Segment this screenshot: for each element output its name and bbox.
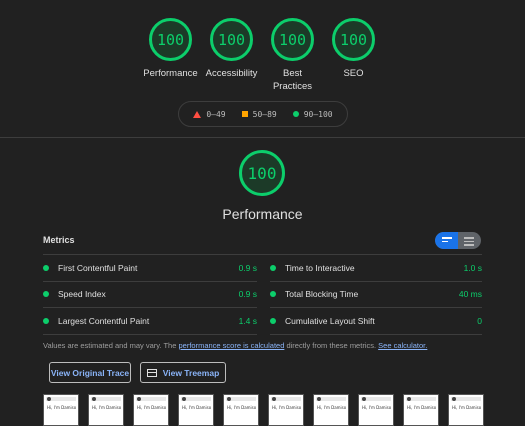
filmstrip-frame: Hi, I'm Damiso xyxy=(43,394,79,426)
legend-pass-label: 90–100 xyxy=(303,109,333,119)
gauge-label: Performance xyxy=(143,68,198,79)
filmstrip-frame: Hi, I'm Damiso xyxy=(358,394,394,426)
category-score: 100 xyxy=(239,150,285,196)
view-treemap-button[interactable]: View Treemap xyxy=(140,362,226,383)
metric-label: Total Blocking Time xyxy=(285,289,359,299)
button-label: View Original Trace xyxy=(50,367,130,378)
metric-value: 0.9 s xyxy=(238,263,257,273)
view-original-trace-button[interactable]: View Original Trace xyxy=(49,362,131,383)
frame-text: Hi, I'm Damiso xyxy=(362,405,392,410)
metric-largest-contentful-paint: Largest Contentful Paint 1.4 s xyxy=(43,308,257,334)
gauge-score: 100 xyxy=(210,18,253,61)
score-gauges: 100 Performance 100 Accessibility 100 Be… xyxy=(140,18,384,93)
gauge-seo[interactable]: 100 SEO xyxy=(323,18,384,93)
category-title: Performance xyxy=(222,206,303,222)
category-gauge: 100 xyxy=(239,150,285,196)
performance-score-link[interactable]: performance score is calculated xyxy=(178,341,284,350)
frame-text: Hi, I'm Damiso xyxy=(137,405,167,410)
row-divider xyxy=(270,334,482,335)
filmstrip-frame: Hi, I'm Damiso xyxy=(223,394,259,426)
metrics-note: Values are estimated and may vary. The p… xyxy=(43,341,427,350)
gauge-accessibility[interactable]: 100 Accessibility xyxy=(201,18,262,93)
filmstrip-frame: Hi, I'm Damiso xyxy=(448,394,484,426)
metric-value: 0 xyxy=(477,316,482,326)
gauge-score: 100 xyxy=(332,18,375,61)
pass-circle-icon xyxy=(43,265,49,271)
site-logo-icon xyxy=(362,397,366,401)
metric-label: Largest Contentful Paint xyxy=(58,316,150,326)
frame-text: Hi, I'm Damiso xyxy=(272,405,302,410)
site-logo-icon xyxy=(227,397,231,401)
metric-speed-index: Speed Index 0.9 s xyxy=(43,281,257,307)
pass-circle-icon xyxy=(43,291,49,297)
note-prefix: Values are estimated and may vary. The xyxy=(43,341,179,350)
legend-fail-label: 0–49 xyxy=(206,109,226,119)
frame-text: Hi, I'm Damiso xyxy=(452,405,482,410)
score-legend: 0–49 50–89 90–100 xyxy=(178,101,348,127)
filmstrip-frame: Hi, I'm Damiso xyxy=(88,394,124,426)
see-calculator-link[interactable]: See calculator. xyxy=(378,341,427,350)
pass-circle-icon xyxy=(270,291,276,297)
metrics-view-toggle[interactable] xyxy=(435,232,481,249)
row-divider xyxy=(43,334,257,335)
metric-value: 40 ms xyxy=(458,289,482,299)
site-logo-icon xyxy=(137,397,141,401)
site-logo-icon xyxy=(92,397,96,401)
frame-text: Hi, I'm Damiso xyxy=(182,405,212,410)
site-logo-icon xyxy=(182,397,186,401)
frame-text: Hi, I'm Damiso xyxy=(407,405,437,410)
filmstrip-frame: Hi, I'm Damiso xyxy=(178,394,214,426)
average-square-icon xyxy=(241,111,248,117)
fail-triangle-icon xyxy=(193,110,202,118)
metric-value: 0.9 s xyxy=(238,289,257,299)
legend-fail: 0–49 xyxy=(193,109,226,119)
filmstrip-frame: Hi, I'm Damiso xyxy=(313,394,349,426)
filmstrip: Hi, I'm Damiso Hi, I'm Damiso Hi, I'm Da… xyxy=(43,394,484,426)
gauge-performance[interactable]: 100 Performance xyxy=(140,18,201,93)
pass-circle-icon xyxy=(43,318,49,324)
metric-label: Speed Index xyxy=(58,289,106,299)
metrics-heading: Metrics xyxy=(43,235,75,245)
note-middle: directly from these metrics. xyxy=(284,341,379,350)
metric-first-contentful-paint: First Contentful Paint 0.9 s xyxy=(43,255,257,281)
legend-pass: 90–100 xyxy=(292,109,333,119)
pass-circle-icon xyxy=(270,318,276,324)
treemap-icon xyxy=(146,368,157,377)
frame-text: Hi, I'm Damiso xyxy=(47,405,77,410)
filmstrip-frame: Hi, I'm Damiso xyxy=(133,394,169,426)
pass-circle-icon xyxy=(292,111,299,117)
metric-total-blocking-time: Total Blocking Time 40 ms xyxy=(270,281,482,307)
metric-value: 1.4 s xyxy=(238,316,257,326)
gauge-best-practices[interactable]: 100 Best Practices xyxy=(262,18,323,93)
metric-value: 1.0 s xyxy=(463,263,482,273)
frame-text: Hi, I'm Damiso xyxy=(92,405,122,410)
site-logo-icon xyxy=(407,397,411,401)
button-label: View Treemap xyxy=(162,367,220,378)
metric-label: First Contentful Paint xyxy=(58,263,138,273)
gauge-score: 100 xyxy=(271,18,314,61)
detail-lines-icon xyxy=(464,237,474,248)
filmstrip-frame: Hi, I'm Damiso xyxy=(403,394,439,426)
site-logo-icon xyxy=(47,397,51,401)
frame-text: Hi, I'm Damiso xyxy=(227,405,257,410)
metric-time-to-interactive: Time to Interactive 1.0 s xyxy=(270,255,482,281)
section-divider xyxy=(0,137,525,138)
gauge-label: Best Practices xyxy=(272,68,313,92)
metric-label: Cumulative Layout Shift xyxy=(285,316,375,326)
pass-circle-icon xyxy=(270,265,276,271)
metric-label: Time to Interactive xyxy=(285,263,355,273)
gauge-label: SEO xyxy=(343,68,364,79)
legend-average: 50–89 xyxy=(241,109,277,119)
legend-average-label: 50–89 xyxy=(252,109,277,119)
gauge-label: Accessibility xyxy=(205,68,258,79)
summary-lines-icon xyxy=(442,237,452,244)
metric-cumulative-layout-shift: Cumulative Layout Shift 0 xyxy=(270,308,482,334)
site-logo-icon xyxy=(272,397,276,401)
site-logo-icon xyxy=(452,397,456,401)
frame-text: Hi, I'm Damiso xyxy=(317,405,347,410)
filmstrip-frame: Hi, I'm Damiso xyxy=(268,394,304,426)
gauge-score: 100 xyxy=(149,18,192,61)
site-logo-icon xyxy=(317,397,321,401)
